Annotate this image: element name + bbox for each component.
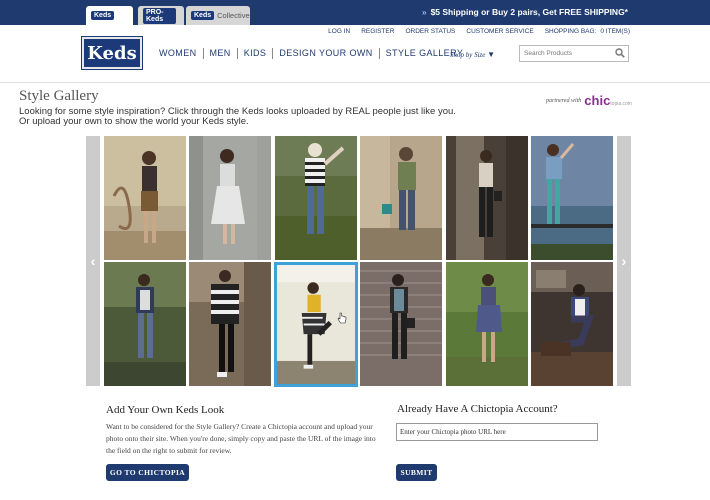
gallery-photo-selected[interactable] bbox=[274, 262, 358, 387]
nav-design-your-own[interactable]: DESIGN YOUR OWN bbox=[272, 48, 378, 59]
shopping-bag-count[interactable]: 0 ITEM(S) bbox=[600, 28, 630, 35]
collective-tab-logo: Keds bbox=[191, 11, 215, 20]
chevron-right-icon: › bbox=[621, 253, 627, 269]
keds-logo[interactable]: Keds bbox=[81, 36, 143, 70]
gallery-photo[interactable] bbox=[360, 262, 442, 386]
customer-service-link[interactable]: CUSTOMER SERVICE bbox=[466, 28, 533, 35]
gallery-photo[interactable] bbox=[531, 262, 613, 386]
submit-button[interactable]: SUBMIT bbox=[396, 464, 437, 481]
shop-by-size-dropdown[interactable]: Shop by Size ▼ bbox=[450, 50, 495, 59]
keds-tab-logo: Keds bbox=[91, 11, 115, 20]
tab-keds[interactable]: Keds bbox=[86, 6, 133, 25]
pro-keds-tab-logo: PRO-Keds bbox=[143, 7, 176, 24]
site-header: Keds LOG IN REGISTER ORDER STATUS CUSTOM… bbox=[0, 25, 710, 83]
partner-badge[interactable]: partnered with chictopia.com bbox=[546, 93, 632, 108]
top-bar: Keds PRO-Keds Keds Collective » $5 Shippin… bbox=[0, 0, 710, 25]
chictopia-url-input[interactable]: Enter your Chictopia photo URL here bbox=[396, 423, 598, 441]
gallery-photo[interactable] bbox=[189, 262, 271, 386]
tab-keds-collective[interactable]: Keds Collective bbox=[186, 6, 250, 25]
nav-kids[interactable]: KIDS bbox=[236, 48, 273, 59]
intro-line-2: Or upload your own to show the world you… bbox=[19, 116, 249, 127]
nav-women[interactable]: WOMEN bbox=[159, 48, 203, 59]
hand-cursor-icon bbox=[337, 312, 347, 324]
gallery-photo[interactable] bbox=[446, 262, 528, 386]
have-account-title: Already Have A Chictopia Account? bbox=[397, 403, 558, 415]
login-link[interactable]: LOG IN bbox=[328, 28, 350, 35]
gallery-photo[interactable] bbox=[275, 136, 357, 260]
gallery-photo[interactable] bbox=[446, 136, 528, 260]
register-link[interactable]: REGISTER bbox=[361, 28, 394, 35]
chevron-left-icon: ‹ bbox=[90, 253, 96, 269]
gallery-next-button[interactable]: › bbox=[617, 136, 631, 386]
gallery-prev-button[interactable]: ‹ bbox=[86, 136, 100, 386]
search-icon[interactable] bbox=[615, 48, 625, 58]
gallery-photo[interactable] bbox=[104, 136, 186, 260]
utility-links: LOG IN REGISTER ORDER STATUS CUSTOMER SE… bbox=[328, 28, 630, 35]
collective-tab-label: Collective bbox=[217, 11, 250, 20]
gallery-photo[interactable] bbox=[360, 136, 442, 260]
shop-by-size-label: Shop by Size bbox=[450, 51, 486, 59]
main-nav: WOMEN MEN KIDS DESIGN YOUR OWN STYLE GAL… bbox=[159, 48, 469, 59]
page-title: Style Gallery bbox=[19, 88, 99, 104]
nav-men[interactable]: MEN bbox=[202, 48, 237, 59]
search-input[interactable] bbox=[519, 45, 629, 62]
caret-down-icon: ▼ bbox=[487, 50, 496, 59]
tab-pro-keds[interactable]: PRO-Keds bbox=[138, 6, 184, 25]
gallery-photo[interactable] bbox=[531, 136, 613, 260]
go-to-chictopia-button[interactable]: GO TO CHICTOPIA bbox=[106, 464, 189, 481]
double-chevron-right-icon: » bbox=[421, 7, 427, 17]
chictopia-suffix: topia.com bbox=[610, 101, 632, 107]
partner-prefix: partnered with bbox=[546, 97, 582, 104]
add-look-description: Want to be considered for the Style Gall… bbox=[106, 422, 376, 455]
intro-text: Looking for some style inspiration? Clic… bbox=[19, 107, 479, 127]
shipping-promo[interactable]: » $5 Shipping or Buy 2 pairs, Get FREE SH… bbox=[422, 7, 628, 17]
gallery-photo[interactable] bbox=[189, 136, 271, 260]
chictopia-brand: chic bbox=[584, 93, 611, 108]
shopping-bag-label[interactable]: SHOPPING BAG: bbox=[545, 28, 597, 35]
chictopia-logo: chictopia.com bbox=[584, 93, 632, 108]
gallery-photo[interactable] bbox=[104, 262, 186, 386]
promo-text: $5 Shipping or Buy 2 pairs, Get FREE SHI… bbox=[430, 7, 628, 17]
add-look-title: Add Your Own Keds Look bbox=[106, 404, 225, 416]
order-status-link[interactable]: ORDER STATUS bbox=[405, 28, 455, 35]
